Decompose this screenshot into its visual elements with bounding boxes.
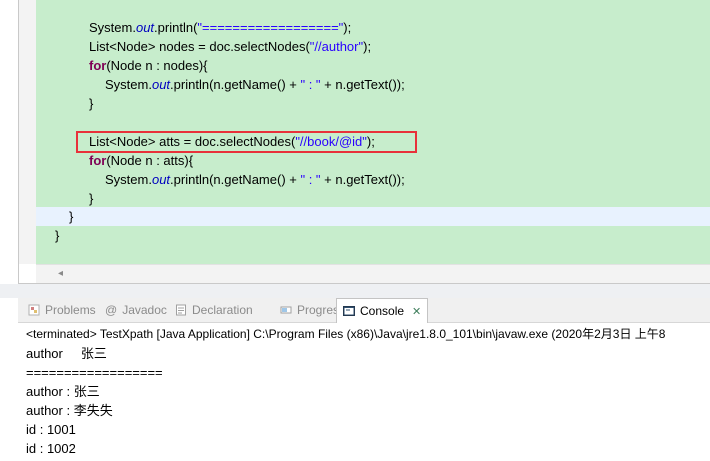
code-line-4[interactable]: System.out.println(n.getName() + " : " +… bbox=[105, 75, 405, 94]
code-string: "//author" bbox=[309, 39, 364, 54]
tab-javadoc[interactable]: @ Javadoc bbox=[105, 298, 167, 322]
console-line: author : 张三 bbox=[26, 384, 100, 399]
horizontal-scrollbar[interactable]: ◂ bbox=[36, 264, 710, 283]
code-token: + n.getText()); bbox=[320, 172, 405, 187]
code-line-9[interactable]: System.out.println(n.getName() + " : " +… bbox=[105, 170, 405, 189]
code-token: } bbox=[69, 209, 74, 224]
code-field: out bbox=[151, 77, 171, 92]
code-token: (Node n : atts){ bbox=[106, 153, 194, 168]
code-string: "==================" bbox=[197, 20, 344, 35]
code-line-5[interactable]: } bbox=[89, 94, 93, 113]
declaration-icon bbox=[175, 300, 187, 316]
console-output[interactable]: <terminated> TestXpath [Java Application… bbox=[18, 323, 710, 461]
console-status-line: <terminated> TestXpath [Java Application… bbox=[26, 327, 666, 341]
code-token: List<Node> nodes = doc.selectNodes( bbox=[89, 39, 310, 54]
code-line-12[interactable]: } bbox=[55, 226, 59, 245]
code-token: ); bbox=[343, 20, 352, 35]
console-line: author 张三 bbox=[26, 346, 107, 361]
console-line: ================== bbox=[26, 365, 163, 380]
code-token: } bbox=[55, 228, 60, 243]
code-token: (Node n : nodes){ bbox=[106, 58, 208, 73]
views-tab-bar: Problems @ Javadoc Declaration Progress C… bbox=[18, 298, 710, 323]
problems-icon bbox=[28, 300, 40, 316]
code-line-8[interactable]: for(Node n : atts){ bbox=[89, 151, 193, 170]
code-token: + n.getText()); bbox=[320, 77, 405, 92]
console-line: id : 1002 bbox=[26, 441, 76, 456]
code-line-11-current[interactable]: } bbox=[36, 207, 710, 226]
console-line: author : 李失失 bbox=[26, 403, 113, 418]
code-token: .println( bbox=[154, 20, 198, 35]
code-field: out bbox=[135, 20, 155, 35]
progress-icon bbox=[280, 300, 292, 314]
code-field: out bbox=[151, 172, 171, 187]
highlight-box bbox=[76, 131, 417, 153]
console-icon bbox=[343, 301, 355, 316]
close-icon[interactable]: ✕ bbox=[412, 300, 421, 324]
code-string: " : " bbox=[300, 77, 321, 92]
code-token: System. bbox=[105, 172, 152, 187]
code-token: .println(n.getName() + bbox=[170, 77, 301, 92]
tab-problems[interactable]: Problems bbox=[28, 298, 96, 322]
code-line-1[interactable]: System.out.println("==================")… bbox=[89, 18, 351, 37]
code-line-10[interactable]: } bbox=[89, 189, 93, 208]
code-token: ); bbox=[363, 39, 372, 54]
scroll-left-icon[interactable]: ◂ bbox=[58, 268, 63, 279]
code-keyword: for bbox=[89, 58, 107, 73]
tab-console[interactable]: Console ✕ bbox=[336, 298, 429, 324]
code-editor[interactable]: System.out.println("==================")… bbox=[0, 0, 710, 284]
at-icon: @ bbox=[105, 303, 118, 317]
tab-declaration[interactable]: Declaration bbox=[175, 298, 253, 322]
code-token: } bbox=[89, 96, 94, 111]
code-keyword: for bbox=[89, 153, 107, 168]
code-token: System. bbox=[89, 20, 136, 35]
code-line-3[interactable]: for(Node n : nodes){ bbox=[89, 56, 208, 75]
code-token: System. bbox=[105, 77, 152, 92]
code-token: .println(n.getName() + bbox=[170, 172, 301, 187]
console-line: id : 1001 bbox=[26, 422, 76, 437]
code-line-2[interactable]: List<Node> nodes = doc.selectNodes("//au… bbox=[89, 37, 371, 56]
code-token: } bbox=[89, 191, 94, 206]
panel-sash[interactable] bbox=[0, 284, 710, 298]
editor-ruler bbox=[19, 0, 36, 264]
code-string: " : " bbox=[300, 172, 321, 187]
